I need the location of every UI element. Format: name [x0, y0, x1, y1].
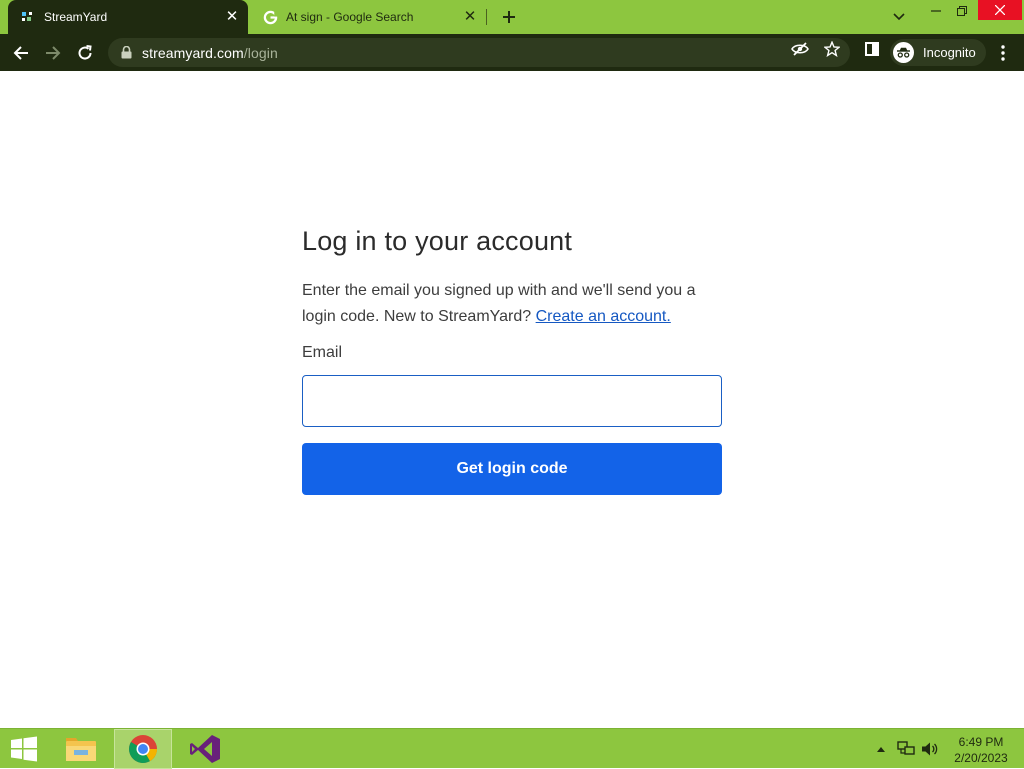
- email-label: Email: [302, 344, 343, 361]
- login-form: Log in to your account Enter the email y…: [302, 221, 722, 495]
- tab-title: At sign - Google Search: [286, 10, 414, 24]
- taskbar-chrome[interactable]: [114, 729, 172, 769]
- taskbar: 6:49 PM 2/20/2023: [0, 728, 1024, 769]
- new-tab-button[interactable]: [498, 7, 520, 27]
- incognito-icon: [893, 42, 914, 63]
- tab-streamyard[interactable]: StreamYard ✕: [8, 0, 248, 34]
- google-icon: [262, 9, 278, 25]
- url-text: streamyard.com/login: [142, 45, 278, 61]
- system-clock[interactable]: 6:49 PM 2/20/2023: [948, 734, 1014, 766]
- minimize-button[interactable]: [926, 0, 946, 22]
- more-vertical-icon: [1001, 45, 1005, 61]
- taskbar-visual-studio[interactable]: [176, 729, 234, 769]
- profile-label: Incognito: [923, 45, 976, 60]
- network-icon[interactable]: [896, 740, 916, 758]
- tab-title: StreamYard: [44, 10, 108, 24]
- reload-icon: [78, 45, 92, 60]
- login-description: Enter the email you signed up with and w…: [302, 278, 722, 330]
- tab-google-search[interactable]: At sign - Google Search ✕: [250, 0, 486, 34]
- create-account-link[interactable]: Create an account.: [536, 308, 671, 325]
- forward-button[interactable]: [40, 40, 66, 66]
- start-button[interactable]: [0, 729, 48, 769]
- arrow-right-icon: [46, 46, 61, 60]
- url-host: streamyard.com: [142, 44, 244, 61]
- clock-date: 2/20/2023: [954, 751, 1008, 765]
- chrome-icon: [129, 735, 157, 763]
- restore-icon: [957, 6, 967, 16]
- tab-search-button[interactable]: [888, 6, 910, 28]
- tracking-blocked-icon[interactable]: [790, 40, 810, 58]
- back-button[interactable]: [8, 40, 34, 66]
- lock-icon[interactable]: [118, 45, 134, 61]
- clock-time: 6:49 PM: [958, 735, 1004, 749]
- get-login-code-button[interactable]: Get login code: [302, 443, 722, 495]
- file-explorer-icon: [66, 738, 96, 761]
- page-content: Log in to your account Enter the email y…: [0, 71, 1024, 728]
- chevron-up-icon: [877, 747, 885, 752]
- window-close-button[interactable]: [978, 0, 1022, 20]
- close-tab-icon[interactable]: ✕: [224, 9, 240, 25]
- taskbar-file-explorer[interactable]: [52, 729, 110, 769]
- minimize-icon: [931, 10, 941, 12]
- visual-studio-icon: [190, 735, 220, 763]
- volume-icon[interactable]: [920, 740, 940, 758]
- tab-separator: [486, 9, 487, 25]
- streamyard-icon: [20, 9, 36, 25]
- show-hidden-icons-button[interactable]: [874, 740, 888, 758]
- browser-menu-button[interactable]: [992, 41, 1014, 65]
- incognito-profile-button[interactable]: Incognito: [890, 39, 986, 66]
- reload-button[interactable]: [72, 40, 98, 66]
- restore-button[interactable]: [952, 0, 972, 22]
- arrow-left-icon: [13, 46, 28, 60]
- url-path: /login: [243, 44, 278, 61]
- close-icon: [995, 5, 1005, 15]
- email-field[interactable]: [302, 375, 722, 427]
- tab-strip: StreamYard ✕ At sign - Google Search ✕: [0, 0, 1024, 34]
- side-panel-icon[interactable]: [862, 40, 882, 58]
- bookmark-star-icon[interactable]: [822, 40, 842, 58]
- start-icon: [11, 736, 37, 762]
- browser-toolbar: streamyard.com/login Incognito: [0, 34, 1024, 71]
- close-tab-icon[interactable]: ✕: [462, 9, 478, 25]
- chevron-down-icon: [893, 13, 905, 21]
- page-title: Log in to your account: [302, 226, 573, 256]
- address-bar[interactable]: streamyard.com/login: [108, 38, 850, 67]
- plus-icon: [503, 11, 515, 23]
